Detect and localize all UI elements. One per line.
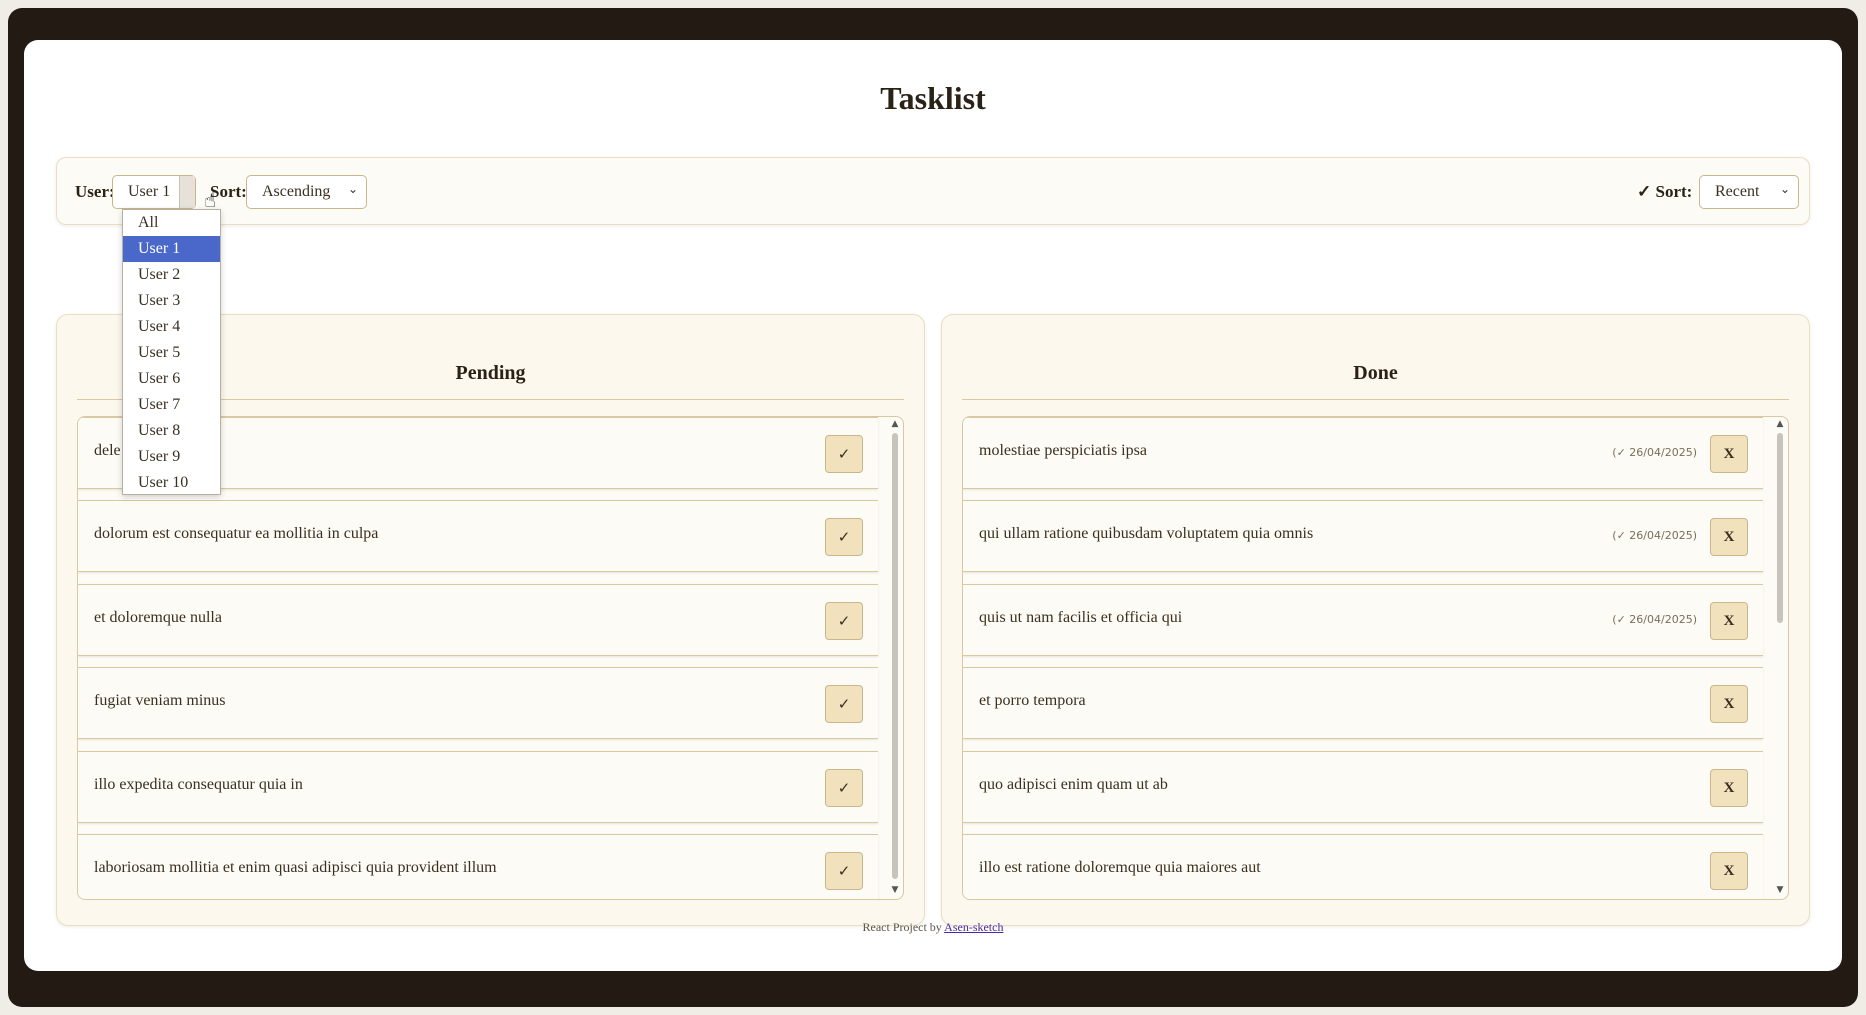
scrollbar-thumb[interactable] (1777, 433, 1783, 623)
complete-button[interactable]: ✓ (825, 685, 863, 723)
user-option-1[interactable]: User 1 (123, 236, 220, 262)
sort-select[interactable]: Ascending ⌄ (246, 175, 367, 209)
task-text: quis ut nam facilis et officia qui (979, 609, 1183, 626)
user-option-7[interactable]: User 7 (123, 392, 220, 418)
task-text: qui ullam ratione quibusdam voluptatem q… (979, 525, 1314, 542)
footer: React Project by Asen-sketch (24, 920, 1842, 935)
task-text: et porro tempora (979, 692, 1086, 709)
scroll-down-icon[interactable]: ▼ (890, 885, 900, 895)
task-text: quo adipisci enim quam ut ab (979, 776, 1168, 793)
list-item: quis ut nam facilis et officia qui (✓ 26… (963, 584, 1763, 656)
undo-button[interactable]: X (1710, 852, 1748, 890)
task-text: dolorum est consequatur ea mollitia in c… (94, 525, 379, 542)
filter-toolbar: User: User 1 Sort: Ascending ⌄ ✓ Sort: R… (56, 157, 1810, 225)
undo-button[interactable]: X (1710, 685, 1748, 723)
user-option-6[interactable]: User 6 (123, 366, 220, 392)
task-text: fugiat veniam minus (94, 692, 226, 709)
user-filter-label: User: (75, 182, 115, 201)
task-text: et doloremque nulla (94, 609, 222, 626)
done-sort-select[interactable]: Recent ⌄ (1699, 175, 1799, 209)
list-item: et doloremque nulla ✓ (78, 584, 878, 656)
app-container: Tasklist User: User 1 Sort: Ascending ⌄ … (24, 40, 1842, 971)
user-dropdown-list[interactable]: All User 1 User 2 User 3 User 4 User 5 U… (122, 209, 221, 495)
completed-date: (✓ 26/04/2025) (1612, 529, 1697, 542)
author-link[interactable]: Asen-sketch (944, 920, 1003, 934)
list-item: molestiae perspiciatis ipsa (✓ 26/04/202… (963, 417, 1763, 489)
scroll-down-icon[interactable]: ▼ (1775, 885, 1785, 895)
complete-button[interactable]: ✓ (825, 769, 863, 807)
user-option-4[interactable]: User 4 (123, 314, 220, 340)
completed-date: (✓ 26/04/2025) (1612, 446, 1697, 459)
list-item: fugiat veniam minus ✓ (78, 667, 878, 739)
page-title: Tasklist (880, 80, 986, 116)
chevron-down-icon: ⌄ (347, 182, 358, 196)
done-scrollbar[interactable]: ▲ ▼ (1774, 419, 1786, 897)
done-list[interactable]: molestiae perspiciatis ipsa (✓ 26/04/202… (962, 416, 1789, 900)
undo-button[interactable]: X (1710, 769, 1748, 807)
user-option-3[interactable]: User 3 (123, 288, 220, 314)
complete-button[interactable]: ✓ (825, 518, 863, 556)
user-select-value: User 1 (128, 183, 171, 200)
task-text: illo expedita consequatur quia in (94, 776, 303, 793)
list-item: qui ullam ratione quibusdam voluptatem q… (963, 500, 1763, 572)
completed-date: (✓ 26/04/2025) (1612, 613, 1697, 626)
list-item: laboriosam mollitia et enim quasi adipis… (78, 834, 878, 899)
list-item: et porro tempora X (963, 667, 1763, 739)
footer-text: React Project by (862, 920, 942, 934)
user-option-all[interactable]: All (123, 210, 220, 236)
list-item: dolorum est consequatur ea mollitia in c… (78, 500, 878, 572)
complete-button[interactable]: ✓ (825, 602, 863, 640)
user-option-9[interactable]: User 9 (123, 444, 220, 470)
sort-select-value: Ascending (262, 183, 331, 200)
list-item: quo adipisci enim quam ut ab X (963, 751, 1763, 823)
list-item: illo est ratione doloremque quia maiores… (963, 834, 1763, 899)
undo-button[interactable]: X (1710, 518, 1748, 556)
user-option-5[interactable]: User 5 (123, 340, 220, 366)
user-select-arrow-box (179, 176, 195, 208)
scrollbar-thumb[interactable] (892, 433, 898, 879)
user-select[interactable]: User 1 (112, 175, 196, 209)
complete-button[interactable]: ✓ (825, 435, 863, 473)
chevron-down-icon: ⌄ (1779, 182, 1790, 196)
task-text: dele (94, 442, 121, 459)
scroll-up-icon[interactable]: ▲ (1775, 419, 1785, 429)
undo-button[interactable]: X (1710, 602, 1748, 640)
done-sort-label: ✓ Sort: (1637, 182, 1693, 201)
list-item: illo expedita consequatur quia in ✓ (78, 751, 878, 823)
done-panel: Done molestiae perspiciatis ipsa (✓ 26/0… (941, 314, 1810, 926)
scroll-up-icon[interactable]: ▲ (890, 419, 900, 429)
task-text: illo est ratione doloremque quia maiores… (979, 859, 1261, 876)
done-sort-select-value: Recent (1715, 183, 1760, 200)
task-text: laboriosam mollitia et enim quasi adipis… (94, 859, 497, 876)
user-option-2[interactable]: User 2 (123, 262, 220, 288)
pending-scrollbar[interactable]: ▲ ▼ (889, 419, 901, 897)
done-title: Done (962, 362, 1789, 400)
task-text: molestiae perspiciatis ipsa (979, 442, 1147, 459)
user-option-8[interactable]: User 8 (123, 418, 220, 444)
complete-button[interactable]: ✓ (825, 852, 863, 890)
undo-button[interactable]: X (1710, 435, 1748, 473)
user-option-10[interactable]: User 10 (123, 470, 220, 496)
